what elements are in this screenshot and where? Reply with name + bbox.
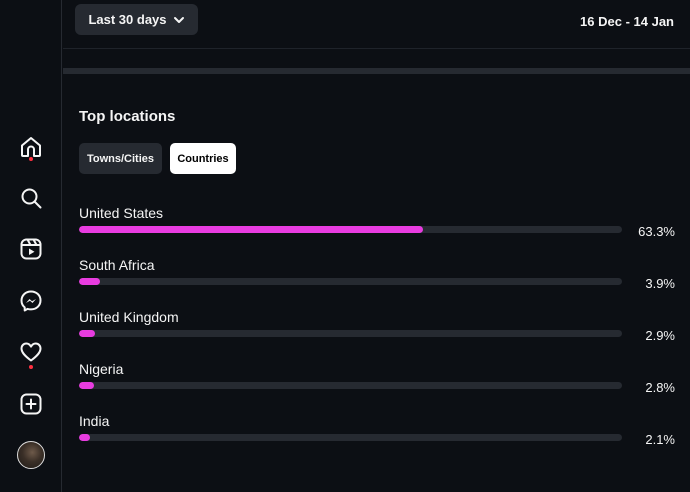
header-divider [63,48,690,49]
location-percent: 2.9% [645,328,675,343]
tab-countries[interactable]: Countries [170,143,236,174]
sidebar-item-messenger[interactable] [0,281,62,321]
location-percent: 63.3% [638,224,675,239]
location-bar-fill [79,330,95,337]
location-bar-fill [79,226,423,233]
heart-icon [20,342,42,362]
location-percent: 3.9% [645,276,675,291]
sidebar-item-create[interactable] [0,384,62,424]
location-bar-track [79,278,622,285]
location-row: South Africa 3.9% [79,257,675,297]
location-bar-fill [79,278,101,285]
search-icon [21,188,42,209]
home-notification-dot [29,157,33,161]
date-range-dropdown[interactable]: Last 30 days [75,4,198,35]
location-name: United Kingdom [79,309,179,325]
date-range-text: 16 Dec - 14 Jan [580,14,674,29]
location-name: United States [79,205,164,221]
location-percent: 2.8% [645,380,675,395]
location-bar-fill [79,434,91,441]
sidebar-item-search[interactable] [0,178,62,218]
home-icon [21,137,41,157]
section-title: Top locations [79,108,176,125]
location-name: South Africa [79,257,155,273]
plus-square-icon [20,393,42,415]
location-row: United States 63.3% [79,205,675,245]
location-row: Nigeria 2.8% [79,361,675,401]
tab-label: Countries [177,152,229,165]
location-bar-track [79,434,622,441]
location-bar-track [79,330,622,337]
avatar [17,441,45,469]
location-name: India [79,413,110,429]
sidebar-item-profile[interactable] [0,435,62,475]
location-percent: 2.1% [645,432,675,447]
messenger-icon [20,290,42,312]
location-bar-track [79,226,622,233]
location-row: India 2.1% [79,413,675,453]
sidebar-item-home[interactable] [0,127,62,167]
section-divider [63,68,690,74]
location-bar-track [79,382,622,389]
notifications-dot [29,365,33,369]
sidebar-nav [0,0,62,492]
location-name: Nigeria [79,361,124,377]
tab-label: Towns/Cities [86,152,155,165]
location-row: United Kingdom 2.9% [79,309,675,349]
reels-icon [20,238,42,260]
insights-screen: Last 30 days 16 Dec - 14 Jan Top locatio… [0,0,690,492]
location-bar-fill [79,382,95,389]
sidebar-item-reels[interactable] [0,229,62,269]
chevron-down-icon [173,16,184,23]
date-range-dropdown-label: Last 30 days [88,12,167,27]
tab-towns-cities[interactable]: Towns/Cities [79,143,162,174]
